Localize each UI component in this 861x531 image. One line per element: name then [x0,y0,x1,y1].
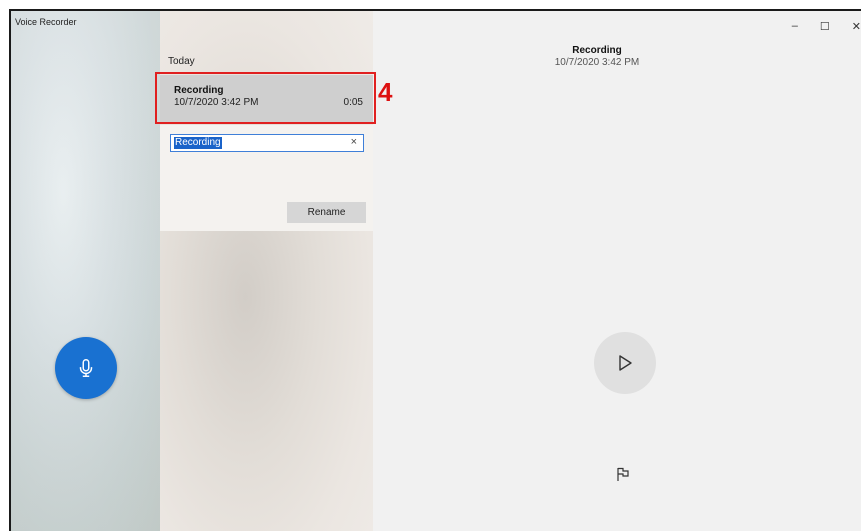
record-pane: Voice Recorder [11,11,160,531]
close-button[interactable]: ✕ [852,20,861,33]
add-marker-button[interactable] [616,466,630,487]
player-recording-title: Recording [572,45,622,56]
rename-input-value: Recording [174,137,222,149]
player-recording-date: 10/7/2020 3:42 PM [554,57,640,68]
rename-flyout: Recording × Rename [160,125,373,231]
play-button[interactable] [594,332,656,394]
flag-icon [617,467,629,481]
rename-button[interactable]: Rename [287,202,366,223]
microphone-icon [79,359,93,377]
annotation-step-number: 4 [378,77,393,107]
maximize-button[interactable]: ☐ [820,20,830,33]
clear-icon[interactable]: × [351,136,357,148]
play-icon [619,355,632,371]
record-button[interactable] [55,337,117,399]
app-window: Voice Recorder Today Recording 10/7/2020… [9,9,861,531]
minimize-button[interactable]: – [792,20,798,33]
app-title: Voice Recorder [15,17,77,27]
player-pane: Recording 10/7/2020 3:42 PM [373,11,861,531]
rename-input[interactable]: Recording × [170,134,364,152]
recordings-list-pane: Today Recording 10/7/2020 3:42 PM 0:05 R… [155,11,376,531]
window-controls: – ☐ ✕ [792,20,861,33]
section-header-today: Today [168,56,195,67]
annotation-highlight-box [155,72,376,124]
